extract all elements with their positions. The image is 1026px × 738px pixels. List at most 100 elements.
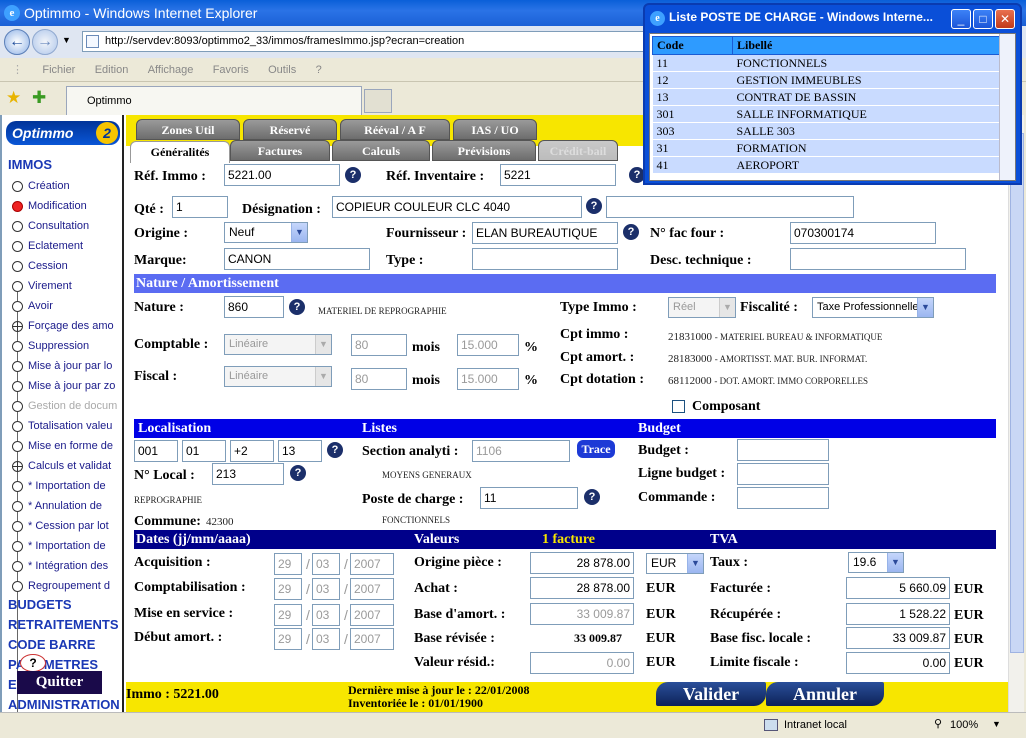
trace-button[interactable]: Trace [577,440,615,458]
minimize-icon[interactable]: _ [951,9,971,29]
address-field[interactable]: http://servdev:8093/optimmo2_33/immos/fr… [82,31,652,52]
table-row[interactable]: 303 SALLE 303 [652,122,1000,140]
new-tab-button[interactable] [364,89,392,113]
nav-section-immos[interactable]: IMMOS [8,157,52,172]
nav-item[interactable]: * Intégration des [10,557,122,575]
nav-item[interactable]: Regroupement d [10,577,122,595]
tab-zones-util[interactable]: Zones Util [136,119,240,140]
nav-item[interactable]: * Importation de [10,537,122,555]
quit-button[interactable]: Quitter [17,671,102,694]
nav-item[interactable]: Calculs et validat [10,457,122,475]
nav-item[interactable]: Mise à jour par lo [10,357,122,375]
zoom-level[interactable]: 100% [950,719,978,731]
nav-item[interactable]: Eclatement [10,237,122,255]
nav-item[interactable]: Avoir [10,297,122,315]
origine-piece-input[interactable]: 28 878.00 [530,552,634,574]
nav-item[interactable]: Consultation [10,217,122,235]
budget-input[interactable] [737,439,829,461]
nature-input[interactable]: 860 [224,296,284,318]
tab-ias-uo[interactable]: IAS / UO [453,119,537,140]
type-input[interactable] [472,248,618,270]
tab-generalites[interactable]: Généralités [130,141,230,163]
nav-section-e[interactable]: E [8,677,17,692]
zoom-dropdown-icon[interactable]: ▼ [992,719,1001,729]
help-icon[interactable]: ? [623,224,639,240]
annuler-button[interactable]: Annuler [766,682,884,706]
back-icon[interactable]: ← [4,29,30,55]
loc-code-3[interactable]: +2 [230,440,274,462]
forward-icon[interactable]: → [32,29,58,55]
nav-section-code-barre[interactable]: CODE BARRE [8,637,95,652]
loc-code-4[interactable]: 13 [278,440,322,462]
help-icon[interactable]: ? [345,167,361,183]
table-row[interactable]: 12 GESTION IMMEUBLES [652,71,1000,89]
help-button[interactable]: ? [20,654,46,672]
nav-item[interactable]: * Importation de [10,477,122,495]
help-icon[interactable]: ? [289,299,305,315]
nlocal-input[interactable]: 213 [212,463,284,485]
nav-item[interactable]: Modification [10,197,122,215]
tab-previsions[interactable]: Prévisions [432,140,536,161]
menu-edition[interactable]: Edition [87,64,137,76]
poste-charge-input[interactable]: 11 [480,487,578,509]
tab-reeval[interactable]: Rééval / A F [340,119,450,140]
nav-item[interactable]: Virement [10,277,122,295]
nav-section-retraitements[interactable]: RETRAITEMENTS [8,617,119,632]
ref-immo-input[interactable]: 5221.00 [224,164,340,186]
nav-item[interactable]: Suppression [10,337,122,355]
help-icon[interactable]: ? [290,465,306,481]
fournisseur-input[interactable]: ELAN BUREAUTIQUE [472,222,618,244]
base-fisc-locale-input[interactable]: 33 009.87 [846,627,950,649]
currency-select[interactable]: EUR ▼ [646,553,704,574]
help-icon[interactable]: ? [327,442,343,458]
page-scrollbar[interactable] [1008,115,1024,712]
facturee-input[interactable]: 5 660.09 [846,577,950,599]
loc-code-2[interactable]: 01 [182,440,226,462]
maximize-icon[interactable]: □ [973,9,993,29]
nav-section-administration[interactable]: ADMINISTRATION [8,697,120,712]
nfac-input[interactable]: 070300174 [790,222,936,244]
table-row[interactable]: 301 SALLE INFORMATIQUE [652,105,1000,123]
fiscalite-select[interactable]: Taxe Professionnelle ▼ [812,297,934,318]
loc-code-1[interactable]: 001 [134,440,178,462]
menu-fichier[interactable]: Fichier [34,64,83,76]
designation2-input[interactable] [606,196,854,218]
qte-input[interactable]: 1 [172,196,228,218]
menu-favoris[interactable]: Favoris [205,64,257,76]
tab-factures[interactable]: Factures [230,140,330,161]
nav-item[interactable]: * Annulation de [10,497,122,515]
ligne-budget-input[interactable] [737,463,829,485]
tab-reserve[interactable]: Réservé [243,119,337,140]
taux-select[interactable]: 19.6 ▼ [848,552,904,573]
marque-input[interactable]: CANON [224,248,370,270]
nav-item[interactable]: Totalisation valeu [10,417,122,435]
composant-checkbox[interactable] [672,400,685,413]
menu-affichage[interactable]: Affichage [140,64,202,76]
table-row[interactable]: 11 FONCTIONNELS [652,54,1000,72]
recuperee-input[interactable]: 1 528.22 [846,603,950,625]
designation-input[interactable]: COPIEUR COULEUR CLC 4040 [332,196,582,218]
nav-section-budgets[interactable]: BUDGETS [8,597,72,612]
favorites-star-icon[interactable]: ★ [6,88,21,108]
close-icon[interactable]: ✕ [995,9,1015,29]
add-favorite-icon[interactable]: ✚ [32,88,46,108]
achat-input[interactable]: 28 878.00 [530,577,634,599]
help-icon[interactable]: ? [584,489,600,505]
nav-item[interactable]: Forçage des amo [10,317,122,335]
nav-item[interactable]: Mise à jour par zo [10,377,122,395]
history-dropdown-icon[interactable]: ▼ [62,35,71,45]
nav-item[interactable]: Gestion de docum [10,397,122,415]
browser-tab-optimmo[interactable]: Optimmo [66,86,362,115]
table-row[interactable]: 13 CONTRAT DE BASSIN [652,88,1000,106]
help-icon[interactable]: ? [586,198,602,214]
table-row[interactable]: 41 AEROPORT [652,156,1000,174]
limite-fiscale-input[interactable]: 0.00 [846,652,950,674]
nav-item[interactable]: Création [10,177,122,195]
menu-help[interactable]: ? [308,64,330,76]
valider-button[interactable]: Valider [656,682,766,706]
desc-technique-input[interactable] [790,248,966,270]
nav-item[interactable]: * Cession par lot [10,517,122,535]
ref-inventaire-input[interactable]: 5221 [500,164,616,186]
popup-scrollbar[interactable] [999,34,1015,180]
nav-item[interactable]: Cession [10,257,122,275]
